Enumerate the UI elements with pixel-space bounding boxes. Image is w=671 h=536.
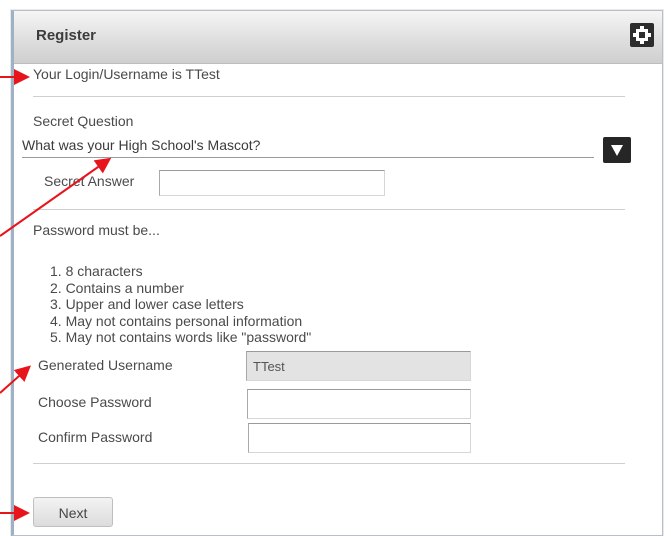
annotation-arrows (0, 69, 112, 521)
annotation-arrow (0, 157, 112, 237)
annotation-arrow (0, 365, 31, 394)
